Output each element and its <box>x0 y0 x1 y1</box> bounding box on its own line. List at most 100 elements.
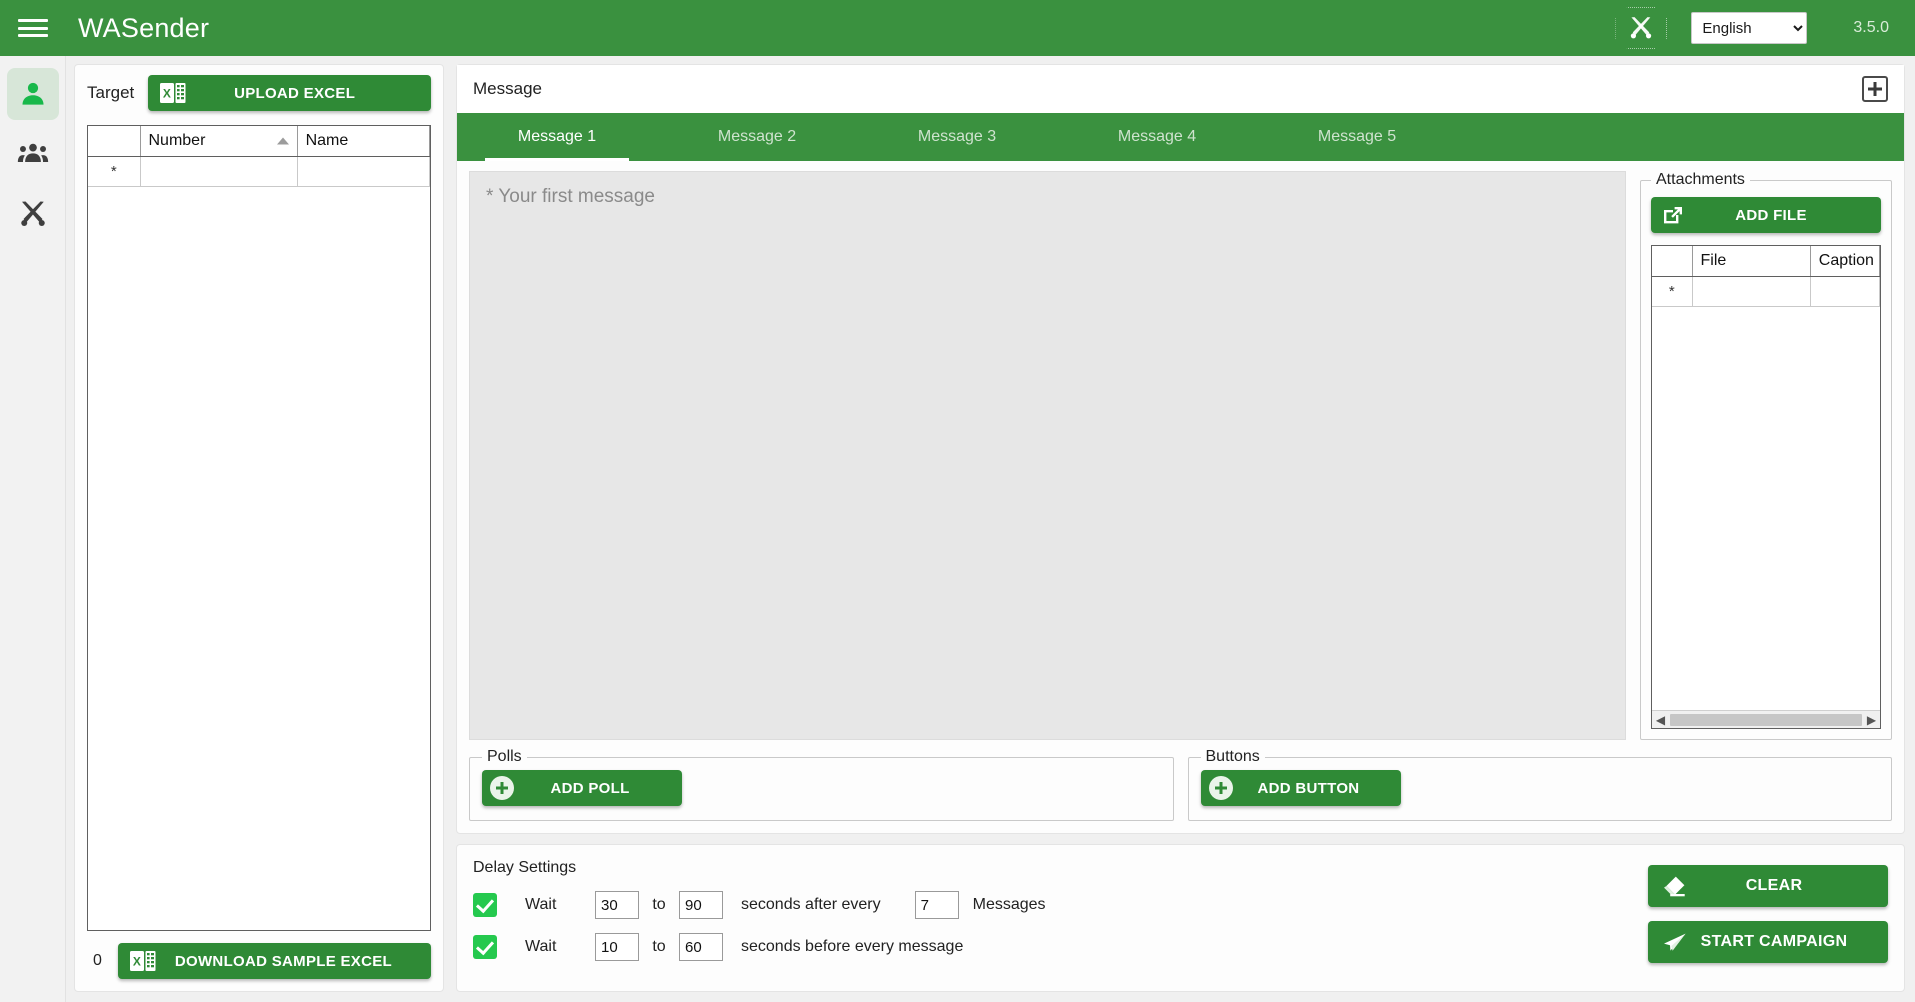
column-header-rowmarker[interactable] <box>88 126 141 157</box>
chevron-right-icon[interactable]: ▶ <box>1863 712 1880 728</box>
download-sample-excel-button[interactable]: X DOWNLOAD SAMPLE EXCEL <box>117 943 431 979</box>
message-body: Attachments ADD FILE <box>457 161 1904 740</box>
tab-message-1[interactable]: Message 1 <box>457 113 657 161</box>
start-campaign-button[interactable]: START CAMPAIGN <box>1648 921 1888 963</box>
tab-message-4[interactable]: Message 4 <box>1057 113 1257 161</box>
target-grid-wrap: Number Name * <box>87 125 431 931</box>
attachments-horizontal-scrollbar[interactable]: ◀ ▶ <box>1652 710 1880 728</box>
delay-settings-actions: CLEAR START CAMPAIGN <box>1648 859 1888 975</box>
target-count: 0 <box>93 952 102 969</box>
tab-message-1-label: Message 1 <box>517 128 597 145</box>
add-file-button[interactable]: ADD FILE <box>1651 197 1881 233</box>
message-input[interactable] <box>469 171 1626 740</box>
sort-ascending-icon <box>276 137 289 145</box>
svg-text:X: X <box>163 87 171 101</box>
delay-after-wait-label: Wait <box>525 896 557 913</box>
excel-file-icon: X <box>129 949 156 973</box>
column-header-name-label: Name <box>305 131 349 149</box>
column-header-name[interactable]: Name <box>297 126 431 157</box>
hamburger-menu-icon[interactable] <box>18 15 48 41</box>
cell-file[interactable] <box>1692 276 1811 307</box>
delay-after-middle-label: seconds after every <box>741 896 881 913</box>
sidebar-item-tools[interactable] <box>7 188 59 240</box>
app-header: WASender English 3.5.0 <box>0 0 1915 56</box>
clear-label: CLEAR <box>1745 877 1803 894</box>
delay-row-after-messages: Wait to seconds after every Messages <box>473 891 1628 919</box>
single-contact-icon <box>18 79 48 109</box>
table-row[interactable]: * <box>1652 276 1880 307</box>
chevron-left-icon[interactable]: ◀ <box>1652 712 1669 728</box>
column-header-file[interactable]: File <box>1692 246 1811 277</box>
row-new-marker: * <box>1652 276 1693 307</box>
add-poll-button[interactable]: ADD POLL <box>482 770 682 806</box>
delay-after-checkbox[interactable] <box>473 893 497 917</box>
delay-after-from-input[interactable] <box>595 891 639 919</box>
sidebar-item-contacts[interactable] <box>6 68 59 120</box>
excel-file-icon: X <box>160 81 186 105</box>
app-title: WASender <box>78 12 210 43</box>
target-table: Number Name * <box>88 126 431 187</box>
tab-message-3[interactable]: Message 3 <box>857 113 1057 161</box>
delay-after-to-input[interactable] <box>679 891 723 919</box>
attachments-grid-viewport: File Caption * <box>1652 246 1880 710</box>
tab-message-2[interactable]: Message 2 <box>657 113 857 161</box>
add-file-label: ADD FILE <box>1735 206 1807 224</box>
attachments-table: File Caption * <box>1652 246 1880 307</box>
message-card: Message Message 1 Message 2 Message 3 Me… <box>456 64 1905 834</box>
polls-buttons-row: Polls ADD POLL Buttons ADD BUTTON <box>457 740 1904 833</box>
table-header-row: Number Name <box>88 126 431 157</box>
add-button-button[interactable]: ADD BUTTON <box>1200 770 1401 806</box>
column-header-number-label: Number <box>148 131 206 149</box>
delay-before-to-label: to <box>652 938 666 955</box>
column-header-file-label: File <box>1700 251 1727 269</box>
external-link-icon <box>1661 204 1685 226</box>
tab-message-5-label: Message 5 <box>1317 128 1397 145</box>
delay-after-count-input[interactable] <box>914 891 959 919</box>
delay-settings-card: Delay Settings Wait to seconds after eve… <box>456 844 1905 992</box>
target-header: Target X UPLOAD EXCEL <box>87 75 431 111</box>
message-card-title: Message <box>473 79 542 98</box>
table-header-row: File Caption <box>1652 246 1880 277</box>
message-tabs: Message 1 Message 2 Message 3 Message 4 … <box>457 113 1904 161</box>
download-sample-label: DOWNLOAD SAMPLE EXCEL <box>174 952 393 970</box>
column-header-rowmarker[interactable] <box>1652 246 1693 277</box>
column-header-number[interactable]: Number <box>140 126 298 157</box>
svg-text:X: X <box>133 955 141 969</box>
delay-before-checkbox[interactable] <box>473 935 497 959</box>
cell-number[interactable] <box>140 156 298 187</box>
buttons-legend: Buttons <box>1205 748 1260 765</box>
clear-button[interactable]: CLEAR <box>1648 865 1888 907</box>
tools-icon[interactable] <box>1615 7 1667 49</box>
sidebar-rail <box>0 56 66 1002</box>
add-square-icon[interactable] <box>1862 76 1888 102</box>
delay-before-from-input[interactable] <box>595 933 639 961</box>
sidebar-item-groups[interactable] <box>7 128 59 180</box>
delay-row-before-message: Wait to seconds before every message <box>473 933 1628 961</box>
delay-before-to-input[interactable] <box>679 933 723 961</box>
group-contacts-icon <box>17 139 49 169</box>
row-new-marker: * <box>88 156 141 187</box>
delay-after-end-label: Messages <box>972 896 1046 913</box>
app-body: Target X UPLOAD EXCEL Number Name * 0 X … <box>0 56 1915 1002</box>
target-footer: 0 X DOWNLOAD SAMPLE EXCEL <box>87 943 431 979</box>
target-grid[interactable]: Number Name * <box>87 125 431 931</box>
send-plane-icon <box>1662 930 1688 954</box>
tab-message-5[interactable]: Message 5 <box>1257 113 1457 161</box>
buttons-panel: Buttons ADD BUTTON <box>1187 748 1892 821</box>
table-row[interactable]: * <box>88 156 431 187</box>
column-header-caption[interactable]: Caption <box>1810 246 1880 277</box>
attachments-grid[interactable]: File Caption * ◀ ▶ <box>1651 245 1881 729</box>
scrollbar-thumb[interactable] <box>1670 713 1862 726</box>
upload-excel-button[interactable]: X UPLOAD EXCEL <box>148 75 431 111</box>
right-column: Message Message 1 Message 2 Message 3 Me… <box>444 56 1915 1002</box>
cell-name[interactable] <box>297 156 431 187</box>
cell-caption[interactable] <box>1810 276 1880 307</box>
start-campaign-label: START CAMPAIGN <box>1700 933 1848 950</box>
language-select[interactable]: English <box>1691 12 1808 44</box>
target-panel: Target X UPLOAD EXCEL Number Name * 0 X … <box>74 64 444 992</box>
polls-legend: Polls <box>487 748 522 765</box>
attachments-legend: Attachments <box>1656 171 1745 188</box>
delay-settings-left: Delay Settings Wait to seconds after eve… <box>473 859 1628 975</box>
attachments-panel: Attachments ADD FILE File Caption * ◀ ▶ <box>1640 171 1892 740</box>
tools-icon <box>18 199 48 229</box>
